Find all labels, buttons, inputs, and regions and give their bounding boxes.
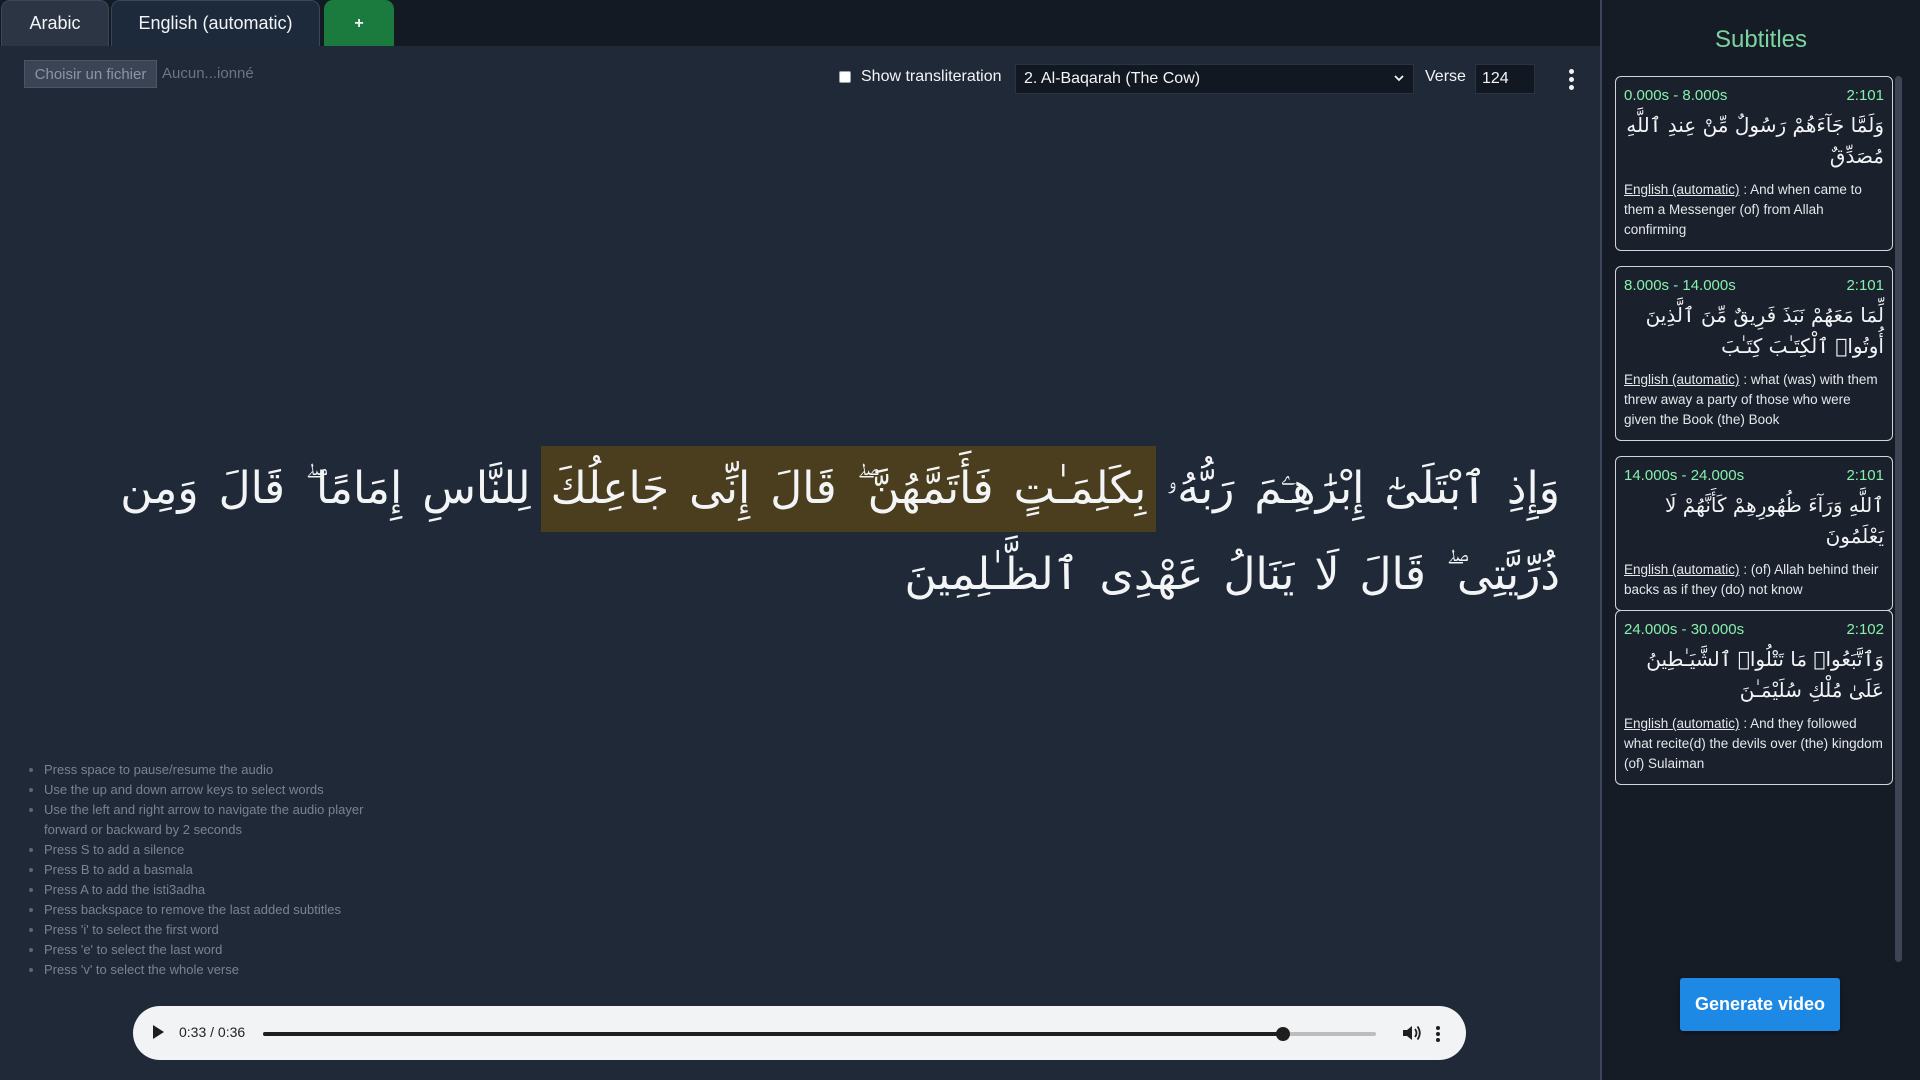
timeline-thumb[interactable] — [1276, 1027, 1291, 1041]
verse-word[interactable]: فَأَتَمَّهُنَّ ۖ — [846, 446, 1004, 532]
subtitle-time: 24.000s - 30.000s — [1624, 621, 1745, 638]
subtitle-translation: English (automatic) : And they followed … — [1624, 714, 1884, 774]
subtitle-ref: 2:101 — [1846, 277, 1884, 294]
subtitle-lang-link[interactable]: English (automatic) — [1624, 182, 1740, 197]
shortcut-hint: Press 'i' to select the first word — [44, 920, 384, 940]
verse-word[interactable]: قَالَ — [760, 446, 847, 532]
audio-player[interactable]: 0:33 / 0:36 — [133, 1006, 1466, 1060]
verse-word[interactable]: قَالَ — [1350, 532, 1436, 618]
subtitle-ref: 2:102 — [1846, 621, 1884, 638]
chevron-down-icon — [1394, 75, 1404, 82]
file-status-text: Aucun...ionné — [162, 65, 254, 82]
player-menu-icon[interactable] — [1435, 1024, 1441, 1044]
subtitle-arabic: وَلَمَّا جَآءَهُمْ رَسُولٌ مِّنْ عِندِ ٱ… — [1626, 113, 1884, 168]
shortcut-hint: Press 'v' to select the whole verse — [44, 960, 384, 980]
sidebar-scrollbar[interactable] — [1895, 76, 1902, 962]
subtitle-card[interactable]: 24.000s - 30.000s 2:102 وَٱتَّبَعُوا۟ مَا… — [1615, 610, 1893, 785]
verse-label: Verse — [1425, 68, 1466, 85]
verse-word[interactable]: إِبْرَٰهِـۧمَ — [1244, 446, 1374, 532]
verse-word[interactable]: وَإِذِ — [1497, 446, 1570, 532]
timeline-progress — [263, 1032, 1284, 1036]
subtitle-translation: English (automatic) : (of) Allah behind … — [1624, 560, 1884, 600]
add-tab-button[interactable]: + — [324, 0, 394, 46]
editor-panel: Arabic English (automatic) + Choisir un … — [0, 0, 1600, 1080]
subtitle-translation: English (automatic) : what (was) with th… — [1624, 370, 1884, 430]
audio-timeline[interactable] — [263, 1027, 1376, 1041]
subtitle-arabic: وَٱتَّبَعُوا۟ مَا تَتْلُوا۟ ٱلشَّيَـٰطِي… — [1646, 647, 1884, 702]
subtitle-lang-link[interactable]: English (automatic) — [1624, 716, 1740, 731]
subtitle-time: 8.000s - 14.000s — [1624, 277, 1736, 294]
choose-file-button[interactable]: Choisir un fichier — [24, 60, 157, 88]
keyboard-shortcuts-list: Press space to pause/resume the audioUse… — [26, 760, 384, 980]
tab-bar: Arabic English (automatic) + — [0, 0, 1600, 46]
verse-word[interactable]: لِلنَّاسِ — [412, 446, 540, 532]
subtitle-translation: English (automatic) : And when came to t… — [1624, 180, 1884, 240]
shortcut-hint: Press A to add the isti3adha — [44, 880, 384, 900]
transliteration-label[interactable]: Show transliteration — [861, 68, 1002, 86]
play-icon[interactable] — [153, 1025, 164, 1039]
shortcut-hint: Use the left and right arrow to navigate… — [44, 800, 384, 840]
subtitle-arabic: ٱللَّهِ وَرَآءَ ظُهُورِهِمْ كَأَنَّهُمْ … — [1665, 493, 1884, 548]
subtitle-lang-link[interactable]: English (automatic) — [1624, 562, 1740, 577]
shortcut-hint: Press space to pause/resume the audio — [44, 760, 384, 780]
verse-word[interactable]: رَبُّهُۥ — [1156, 446, 1244, 532]
verse-word[interactable]: وَمِن — [110, 446, 208, 532]
shortcut-hint: Press S to add a silence — [44, 840, 384, 860]
verse-word[interactable]: عَهْدِى — [1089, 532, 1213, 618]
toolbar: Choisir un fichier Aucun...ionné Show tr… — [0, 46, 1600, 110]
verse-word[interactable]: بِكَلِمَـٰتٍ — [1003, 446, 1157, 532]
verse-word[interactable]: إِمَامًا ۖ — [295, 446, 412, 532]
subtitle-ref: 2:101 — [1846, 87, 1884, 104]
verse-word[interactable]: قَالَ — [209, 446, 295, 532]
surah-select-value: 2. Al-Baqarah (The Cow) — [1024, 70, 1201, 87]
more-options-icon[interactable] — [1561, 66, 1581, 94]
verse-word[interactable]: ٱبْتَلَىٰٓ — [1374, 446, 1497, 532]
transliteration-checkbox[interactable] — [839, 71, 851, 83]
verse-word[interactable]: إِنِّى — [679, 446, 761, 532]
generate-video-button[interactable]: Generate video — [1680, 978, 1840, 1031]
verse-word[interactable]: ٱلظَّـٰلِمِينَ — [895, 532, 1090, 618]
verse-word[interactable]: لَا — [1304, 532, 1349, 618]
subtitle-time: 14.000s - 24.000s — [1624, 467, 1745, 484]
verse-word[interactable]: ذُرِّيَّتِى ۖ — [1436, 532, 1570, 618]
shortcut-hint: Press 'e' to select the last word — [44, 940, 384, 960]
tab-arabic[interactable]: Arabic — [1, 0, 109, 46]
subtitle-arabic: لِّمَا مَعَهُمْ نَبَذَ فَرِيقٌ مِّنَ ٱلَ… — [1645, 303, 1884, 358]
time-readout: 0:33 / 0:36 — [179, 1024, 246, 1040]
shortcut-hint: Press backspace to remove the last added… — [44, 900, 384, 920]
shortcut-hint: Use the up and down arrow keys to select… — [44, 780, 384, 800]
volume-icon[interactable] — [1401, 1023, 1423, 1043]
subtitle-ref: 2:101 — [1846, 467, 1884, 484]
sidebar-title: Subtitles — [1714, 26, 1808, 53]
subtitle-lang-link[interactable]: English (automatic) — [1624, 372, 1740, 387]
verse-number-input[interactable]: 124 — [1475, 64, 1535, 94]
shortcut-hint: Press B to add a basmala — [44, 860, 384, 880]
verse-text: وَإِذِٱبْتَلَىٰٓإِبْرَٰهِـۧمَرَبُّهُۥبِك… — [40, 446, 1570, 618]
subtitle-card[interactable]: 14.000s - 24.000s 2:101 ٱللَّهِ وَرَآءَ ظ… — [1615, 456, 1893, 611]
tab-english-automatic[interactable]: English (automatic) — [111, 0, 320, 46]
subtitle-card[interactable]: 8.000s - 14.000s 2:101 لِّمَا مَعَهُمْ نَ… — [1615, 266, 1893, 441]
subtitle-time: 0.000s - 8.000s — [1624, 87, 1728, 104]
verse-word[interactable]: جَاعِلُكَ — [540, 446, 680, 532]
verse-word[interactable]: يَنَالُ — [1214, 532, 1305, 618]
subtitle-card[interactable]: 0.000s - 8.000s 2:101 وَلَمَّا جَآءَهُمْ … — [1615, 76, 1893, 251]
surah-select[interactable]: 2. Al-Baqarah (The Cow) — [1015, 64, 1414, 94]
